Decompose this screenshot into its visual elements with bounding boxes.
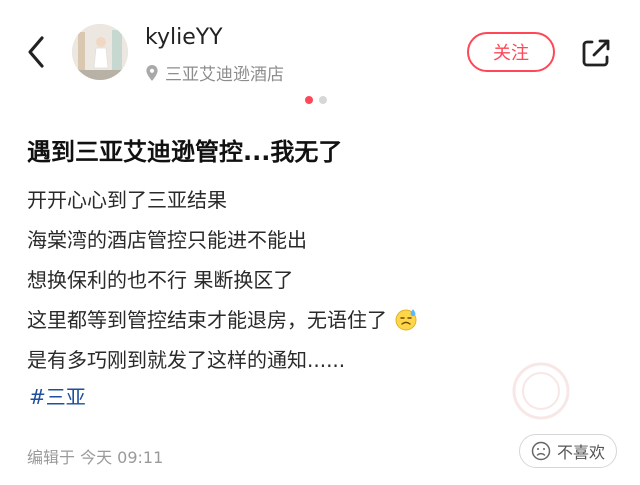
post-body: 开开心心到了三亚结果 海棠湾的酒店管控只能进不能出 想换保利的也不行 果断换区了… — [27, 180, 419, 380]
location-text: 三亚艾迪逊酒店 — [165, 65, 284, 85]
post-header: kylieYY 三亚艾迪逊酒店 关注 — [0, 0, 640, 100]
avatar[interactable] — [72, 24, 128, 80]
share-icon[interactable] — [579, 36, 613, 70]
post-line-5: 是有多巧刚到就发了这样的通知...... — [27, 348, 346, 372]
post-line-2: 海棠湾的酒店管控只能进不能出 — [27, 228, 307, 252]
post-line-1: 开开心心到了三亚结果 — [27, 188, 227, 212]
username[interactable]: kylieYY — [145, 25, 223, 50]
sweat-face-icon — [395, 309, 417, 331]
carousel-dot — [319, 96, 327, 104]
watermark-stamp — [512, 362, 570, 420]
dislike-button[interactable]: 不喜欢 — [519, 434, 617, 468]
carousel-dot-active — [305, 96, 313, 104]
location[interactable]: 三亚艾迪逊酒店 — [145, 60, 284, 85]
post-line-3: 想换保利的也不行 果断换区了 — [27, 268, 294, 292]
edited-time: 编辑于 今天 09:11 — [27, 448, 164, 467]
follow-button[interactable]: 关注 — [467, 32, 555, 72]
location-pin-icon — [146, 64, 158, 81]
dislike-label: 不喜欢 — [556, 443, 605, 462]
post-line-4-text: 这里都等到管控结束才能退房，无语住了 — [27, 308, 387, 332]
carousel-indicator — [305, 96, 327, 104]
chevron-left-icon[interactable] — [22, 32, 54, 72]
topic-tag[interactable]: #三亚 — [29, 381, 86, 410]
post-line-4: 这里都等到管控结束才能退房，无语住了 — [27, 300, 419, 340]
post-title: 遇到三亚艾迪逊管控...我无了 — [27, 138, 343, 166]
dislike-face-icon — [531, 441, 551, 461]
